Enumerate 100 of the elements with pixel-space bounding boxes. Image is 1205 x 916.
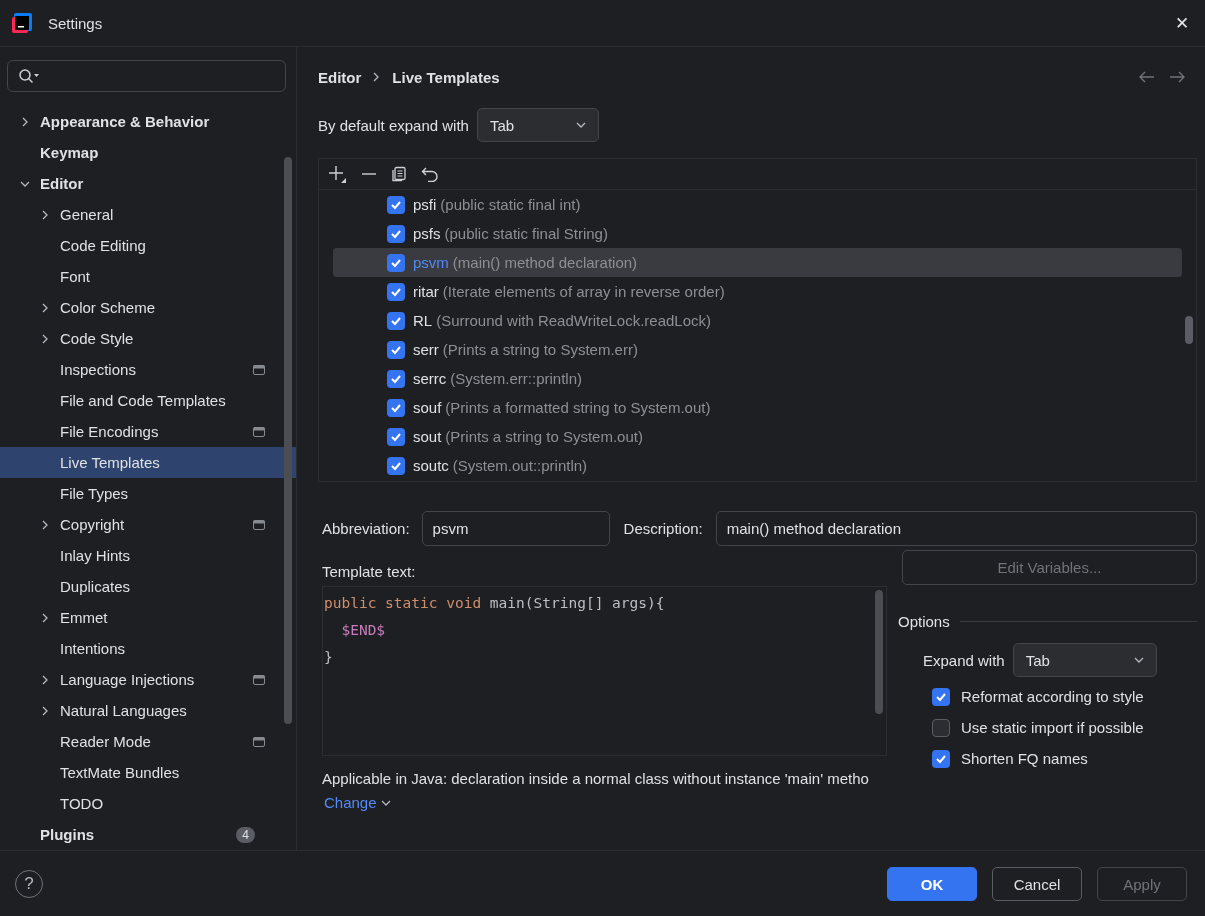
checkbox[interactable] xyxy=(387,311,405,330)
expand-dropdown[interactable]: Tab xyxy=(476,108,599,142)
template-abbreviation: soutc xyxy=(413,457,449,474)
dialog-button[interactable]: OK xyxy=(887,867,977,901)
abbreviation-field[interactable]: psvm xyxy=(421,511,610,546)
checkbox[interactable] xyxy=(932,718,950,737)
template-abbreviation: ritar xyxy=(413,283,439,300)
template-row[interactable]: souf (Prints a formatted string to System.out) xyxy=(333,393,1182,422)
code-line: } xyxy=(324,648,334,667)
field-label: By default expand with xyxy=(318,116,469,134)
sidebar-item[interactable]: Appearance & Behavior xyxy=(0,106,285,137)
breadcrumb-separator-icon xyxy=(373,72,381,82)
back-arrow-icon[interactable] xyxy=(1139,71,1155,83)
sidebar-item[interactable]: Plugins 4 xyxy=(0,819,285,850)
template-description: (main() method declaration) xyxy=(452,254,638,271)
add-icon[interactable] xyxy=(327,164,347,184)
sidebar-item[interactable]: Duplicates xyxy=(0,571,285,602)
template-description: (Iterate elements of array in reverse order) xyxy=(442,283,725,300)
template-abbreviation: serrc xyxy=(413,370,447,387)
checkbox-label: Reformat according to style xyxy=(961,688,1144,705)
count-badge: 4 xyxy=(236,826,255,843)
sidebar-item[interactable]: Language Injections xyxy=(0,664,285,695)
template-row[interactable]: psfi (public static final int) xyxy=(333,190,1182,219)
field-label: Template text: xyxy=(322,563,417,580)
template-description: (Prints a string to System.err) xyxy=(442,341,638,358)
field-label: Expand with xyxy=(923,651,1005,669)
scrollbar[interactable] xyxy=(1185,316,1193,344)
field-label: Description: xyxy=(623,520,703,537)
checkbox[interactable] xyxy=(387,456,405,475)
sidebar-item[interactable]: Live Templates xyxy=(0,447,296,478)
sidebar-item[interactable]: Keymap xyxy=(0,137,285,168)
template-description: (public static final String) xyxy=(444,225,608,242)
template-editor[interactable]: public static void main(String[] args){ $END$ } xyxy=(322,586,887,756)
template-row[interactable]: psfs (public static final String) xyxy=(333,219,1182,248)
sidebar-item[interactable]: Inlay Hints xyxy=(0,540,285,571)
sidebar-item[interactable]: Font xyxy=(0,261,285,292)
checkbox[interactable] xyxy=(387,253,405,272)
template-row[interactable]: ritar (Iterate elements of array in reverse order) xyxy=(333,277,1182,306)
template-row[interactable]: soutc (System.out::println) xyxy=(333,451,1182,480)
copy-icon[interactable] xyxy=(391,166,407,182)
scrollbar[interactable] xyxy=(284,157,292,724)
template-description: (System.err::println) xyxy=(450,370,583,387)
sidebar-item[interactable]: File Encodings xyxy=(0,416,285,447)
sidebar-item[interactable]: Code Editing xyxy=(0,230,285,261)
template-row[interactable]: RL (Surround with ReadWriteLock.readLock) xyxy=(333,306,1182,335)
checkbox[interactable] xyxy=(387,224,405,243)
checkbox[interactable] xyxy=(387,427,405,446)
sidebar-item[interactable]: TODO xyxy=(0,788,285,819)
checkbox[interactable] xyxy=(387,369,405,388)
template-abbreviation: RL xyxy=(413,312,433,329)
forward-arrow-icon[interactable] xyxy=(1169,71,1185,83)
sidebar-item[interactable]: File Types xyxy=(0,478,285,509)
checkbox[interactable] xyxy=(387,340,405,359)
expand-with-dropdown[interactable]: Tab xyxy=(1012,643,1157,677)
code-line: public static void main(String[] args){ xyxy=(324,594,666,613)
sidebar-item[interactable]: File and Code Templates xyxy=(0,385,285,416)
dialog-button[interactable]: Cancel xyxy=(992,867,1082,901)
search-field[interactable] xyxy=(7,60,286,92)
sidebar-item[interactable]: Copyright xyxy=(0,509,285,540)
sidebar-item[interactable]: TextMate Bundles xyxy=(0,757,285,788)
sidebar-item[interactable]: Natural Languages xyxy=(0,695,285,726)
template-abbreviation: serr xyxy=(413,341,439,358)
template-abbreviation: souf xyxy=(413,399,442,416)
section-title: Options xyxy=(898,613,950,630)
breadcrumb-item[interactable]: Live Templates xyxy=(392,68,500,86)
undo-icon[interactable] xyxy=(421,166,439,182)
close-button[interactable]: ✕ xyxy=(1159,0,1205,46)
template-description: (Surround with ReadWriteLock.readLock) xyxy=(436,312,712,329)
checkbox[interactable] xyxy=(387,398,405,417)
change-link[interactable]: Change xyxy=(324,794,391,811)
checkbox[interactable] xyxy=(387,282,405,301)
window-title: Settings xyxy=(48,14,104,32)
sidebar-item[interactable]: Reader Mode xyxy=(0,726,285,757)
template-abbreviation: psvm xyxy=(413,254,449,271)
applicable-context-text: Applicable in Java: declaration inside a normal class without instance 'main' metho xyxy=(322,770,870,787)
sidebar-item[interactable]: Inspections xyxy=(0,354,285,385)
sidebar-item[interactable]: General xyxy=(0,199,285,230)
checkbox-label: Shorten FQ names xyxy=(961,750,1088,767)
sidebar-item[interactable]: Editor xyxy=(0,168,285,199)
checkbox[interactable] xyxy=(932,749,950,768)
search-icon xyxy=(18,68,40,84)
template-abbreviation: psfi xyxy=(413,196,437,213)
sidebar-item[interactable]: Color Scheme xyxy=(0,292,285,323)
template-description: (Prints a string to System.out) xyxy=(445,428,643,445)
template-abbreviation: sout xyxy=(413,428,442,445)
template-row[interactable]: serrc (System.err::println) xyxy=(333,364,1182,393)
checkbox[interactable] xyxy=(387,195,405,214)
breadcrumb-item[interactable]: Editor xyxy=(318,68,362,86)
checkbox-label: Use static import if possible xyxy=(961,719,1144,736)
checkbox[interactable] xyxy=(932,687,950,706)
description-field[interactable]: main() method declaration xyxy=(715,511,1197,546)
template-row[interactable]: serr (Prints a string to System.err) xyxy=(333,335,1182,364)
scrollbar[interactable] xyxy=(875,590,883,714)
sidebar-item[interactable]: Emmet xyxy=(0,602,285,633)
code-line: $END$ xyxy=(340,621,387,640)
sidebar-item[interactable]: Code Style xyxy=(0,323,285,354)
template-row[interactable]: sout (Prints a string to System.out) xyxy=(333,422,1182,451)
field-label: Abbreviation: xyxy=(322,520,410,537)
sidebar-item[interactable]: Intentions xyxy=(0,633,285,664)
template-abbreviation: psfs xyxy=(413,225,441,242)
